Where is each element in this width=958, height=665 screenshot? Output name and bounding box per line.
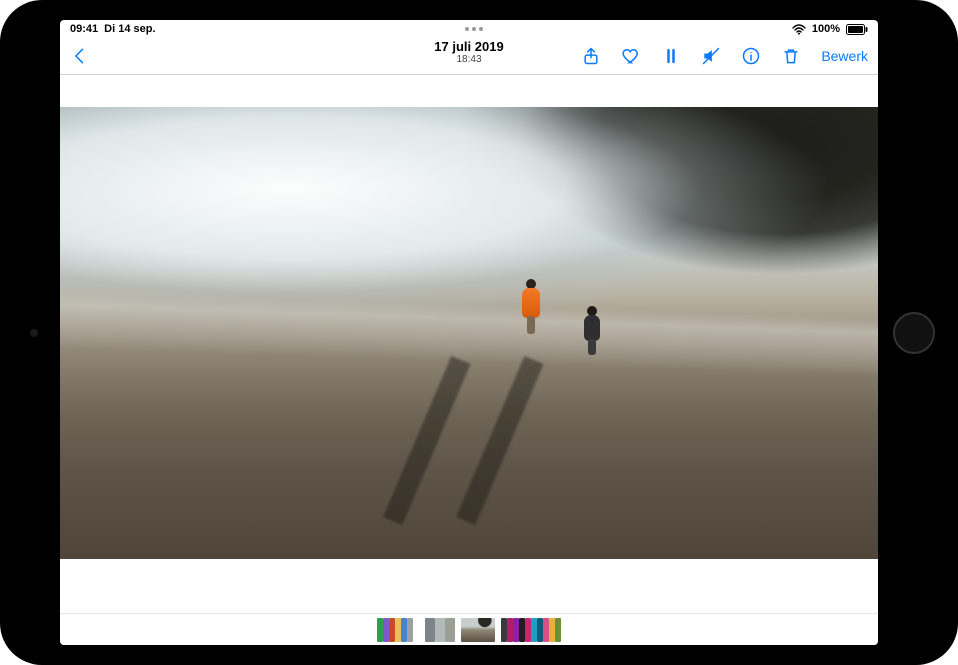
figure: [584, 306, 600, 355]
favorite-button[interactable]: [621, 46, 641, 66]
front-camera: [30, 329, 38, 337]
thumbnail-current[interactable]: [461, 618, 495, 642]
letterbox: [60, 559, 878, 613]
back-button[interactable]: [70, 46, 90, 66]
figure: [522, 279, 540, 334]
wifi-icon: [792, 24, 806, 35]
thumbnail[interactable]: [555, 618, 561, 642]
mute-button[interactable]: [701, 46, 721, 66]
ipad-frame: 09:41 Di 14 sep. 100% 17 juli 2019: [0, 0, 958, 665]
thumbnail[interactable]: [425, 618, 435, 642]
photo-date: 17 juli 2019: [434, 40, 503, 54]
screen: 09:41 Di 14 sep. 100% 17 juli 2019: [60, 20, 878, 645]
figure-shadow: [383, 356, 471, 525]
figure-shadow: [456, 356, 544, 525]
thumbnail[interactable]: [435, 618, 445, 642]
photo-content: [60, 107, 878, 559]
letterbox: [60, 75, 878, 107]
photo-viewer[interactable]: [60, 75, 878, 613]
thumbnail-gap: [413, 618, 425, 642]
delete-button[interactable]: [781, 46, 801, 66]
thumbnail[interactable]: [445, 618, 455, 642]
share-button[interactable]: [581, 46, 601, 66]
info-button[interactable]: [741, 46, 761, 66]
home-button[interactable]: [893, 312, 935, 354]
pause-button[interactable]: [661, 46, 681, 66]
title-area: 17 juli 2019 18:43: [434, 40, 503, 65]
battery-percent: 100%: [812, 23, 840, 35]
status-time: 09:41: [70, 23, 98, 35]
thumbnail-scrubber[interactable]: [60, 613, 878, 645]
photo-time: 18:43: [434, 54, 503, 65]
toolbar: 17 juli 2019 18:43: [60, 38, 878, 74]
multitask-dots[interactable]: [465, 27, 483, 31]
status-date: Di 14 sep.: [104, 23, 155, 35]
edit-button[interactable]: Bewerk: [821, 48, 868, 64]
battery-icon: [846, 24, 868, 35]
status-bar: 09:41 Di 14 sep. 100%: [60, 20, 878, 38]
